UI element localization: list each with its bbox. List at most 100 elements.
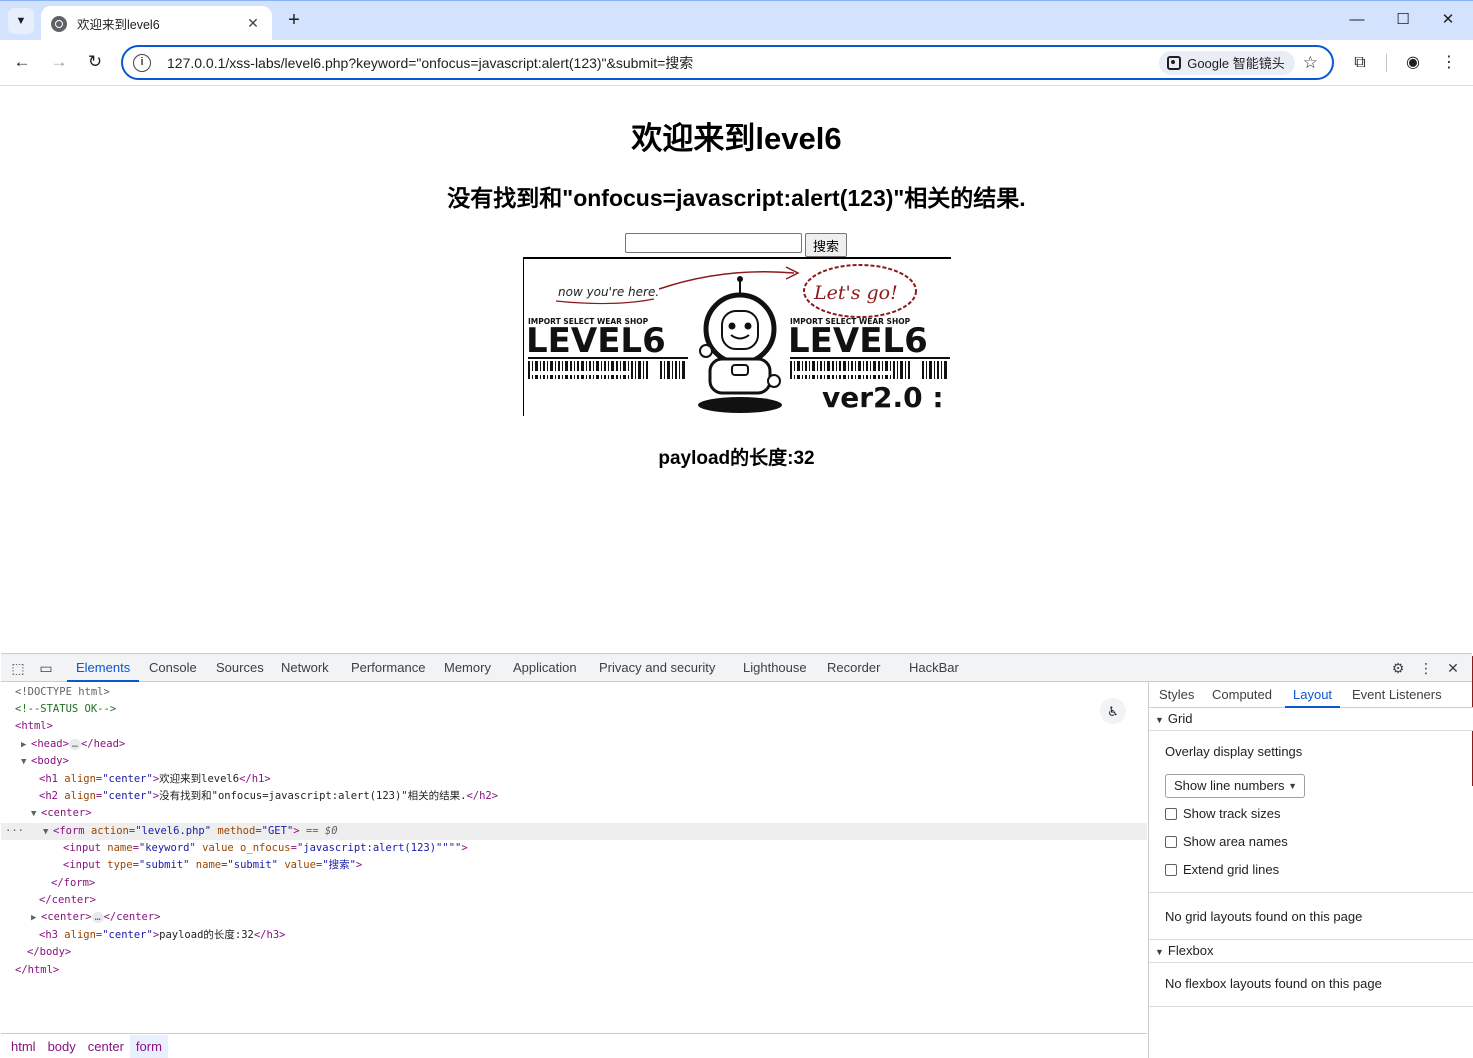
checkbox-show-track-sizes[interactable]: Show track sizes <box>1165 806 1281 821</box>
code-h2[interactable]: <h2 align="center">没有找到和"onfocus=javascr… <box>1 788 1147 805</box>
close-window-icon[interactable]: ✕ <box>1438 10 1458 30</box>
code-center-open[interactable]: ▼ <center> <box>1 805 1147 822</box>
keyword-input[interactable] <box>625 233 802 253</box>
checkbox-icon <box>1165 863 1177 876</box>
maximize-icon[interactable]: ☐ <box>1393 10 1413 30</box>
address-bar[interactable]: i 127.0.0.1/xss-labs/level6.php?keyword=… <box>121 45 1334 80</box>
devtools-tab-bar: ⬚ ▭ Elements Console Sources Network Per… <box>1 654 1472 682</box>
reload-icon[interactable]: ↻ <box>83 50 107 74</box>
code-input-submit[interactable]: <input type="submit" name="submit" value… <box>1 857 1147 874</box>
breadcrumb-form[interactable]: form <box>129 1034 168 1058</box>
banner-version-text: ver2.0 : <box>822 381 944 414</box>
no-flexbox-message: No flexbox layouts found on this page <box>1165 976 1382 991</box>
banner-note-text: now you're here. <box>558 285 659 299</box>
page-heading: 欢迎来到level6 <box>631 121 842 156</box>
code-h3[interactable]: <h3 align="center">payload的长度:32</h3> <box>1 927 1147 944</box>
lens-label: Google 智能镜头 <box>1187 56 1285 71</box>
code-center-close[interactable]: </center> <box>1 892 1147 909</box>
row-ellipsis-icon: ··· <box>5 825 24 837</box>
banner-level-text-left: LEVEL6 <box>526 321 666 361</box>
banner-level-text-right: LEVEL6 <box>788 321 928 361</box>
code-form-selected[interactable]: ··· ▼ <form action="level6.php" method="GE… <box>1 823 1147 840</box>
devtools-panel: ⬚ ▭ Elements Console Sources Network Per… <box>1 653 1473 1058</box>
bookmark-star-icon[interactable]: ☆ <box>1303 53 1318 73</box>
extensions-icon[interactable]: ⧉ <box>1349 52 1371 74</box>
collapse-triangle-icon: ▼ <box>1155 947 1164 957</box>
code-head[interactable]: ▶ <head>… </head> <box>1 736 1147 753</box>
site-info-icon[interactable]: i <box>133 53 151 72</box>
elements-tree: <!DOCTYPE html> <!--STATUS OK--> <html> … <box>1 682 1147 1033</box>
checkbox-show-area-names[interactable]: Show area names <box>1165 834 1288 849</box>
device-toolbar-icon[interactable]: ▭ <box>37 659 55 677</box>
tab-computed[interactable]: Computed <box>1212 682 1272 708</box>
tab-title: 欢迎来到level6 <box>77 18 160 32</box>
close-devtools-icon[interactable]: ✕ <box>1444 659 1462 677</box>
collapse-triangle-icon: ▼ <box>31 809 37 819</box>
url-text[interactable]: 127.0.0.1/xss-labs/level6.php?keyword="o… <box>167 53 1159 73</box>
code-doctype[interactable]: <!DOCTYPE html> <box>1 684 1147 701</box>
flexbox-section-header[interactable]: ▼ Flexbox <box>1149 940 1473 962</box>
checkbox-icon <box>1165 807 1177 820</box>
tab-network[interactable]: Network <box>281 654 329 682</box>
code-comment[interactable]: <!--STATUS OK--> <box>1 701 1147 718</box>
code-html-open[interactable]: <html> <box>1 718 1147 735</box>
search-submit-button[interactable]: 搜索 <box>805 233 848 257</box>
minimize-icon[interactable]: — <box>1347 10 1367 30</box>
browser-toolbar: ← → ↻ i 127.0.0.1/xss-labs/level6.php?ke… <box>0 40 1473 86</box>
robot-mascot <box>698 276 782 413</box>
browser-tab[interactable]: 欢迎来到level6 ✕ <box>41 6 272 41</box>
chevron-down-icon: ▼ <box>1288 781 1297 791</box>
banner-bubble-text: Let's go! <box>813 282 898 304</box>
new-tab-button[interactable]: + <box>283 9 305 31</box>
page-viewport: 欢迎来到level6 没有找到和"onfocus=javascript:aler… <box>1 87 1472 653</box>
settings-gear-icon[interactable]: ⚙ <box>1389 659 1407 677</box>
tab-console[interactable]: Console <box>149 654 197 682</box>
grid-overlay-select[interactable]: Show line numbers ▼ <box>1165 774 1305 798</box>
tab-elements[interactable]: Elements <box>67 654 140 682</box>
styles-side-pane: Styles Computed Layout Event Listeners ▼… <box>1148 682 1473 1058</box>
overlay-settings-label: Overlay display settings <box>1165 744 1303 759</box>
breadcrumb-center[interactable]: center <box>82 1035 130 1058</box>
tab-performance[interactable]: Performance <box>351 654 425 682</box>
checkbox-extend-grid-lines[interactable]: Extend grid lines <box>1165 862 1279 877</box>
tab-sources[interactable]: Sources <box>216 654 264 682</box>
devtools-menu-icon[interactable]: ⋮ <box>1417 659 1435 677</box>
code-body-open[interactable]: ▼ <body> <box>1 753 1147 770</box>
tab-hackbar[interactable]: HackBar <box>909 654 959 682</box>
collapse-triangle-icon: ▼ <box>1155 715 1164 725</box>
tab-privacy-security[interactable]: Privacy and security <box>599 654 715 682</box>
back-icon[interactable]: ← <box>10 50 34 74</box>
tab-memory[interactable]: Memory <box>444 654 491 682</box>
breadcrumb-html[interactable]: html <box>5 1035 42 1058</box>
toolbar-divider <box>1386 54 1387 72</box>
tab-search-button[interactable]: ▼ <box>8 8 34 34</box>
tab-application[interactable]: Application <box>513 654 577 682</box>
menu-kebab-icon[interactable]: ⋮ <box>1438 52 1460 74</box>
checkbox-icon <box>1165 835 1177 848</box>
collapse-triangle-icon: ▼ <box>21 757 27 767</box>
code-form-close[interactable]: </form> <box>1 875 1147 892</box>
level-banner-image: now you're here. Let's go! IMPORT SELECT… <box>523 257 951 416</box>
accessibility-tree-icon[interactable]: ♿ <box>1100 698 1126 724</box>
google-lens-button[interactable]: Google 智能镜头 <box>1159 50 1295 75</box>
grid-section-header[interactable]: ▼ Grid <box>1149 708 1473 730</box>
chevron-down-icon: ▼ <box>15 15 27 27</box>
code-h1[interactable]: <h1 align="center">欢迎来到level6</h1> <box>1 771 1147 788</box>
inspect-element-icon[interactable]: ⬚ <box>9 659 27 677</box>
collapse-triangle-icon: ▼ <box>43 827 49 837</box>
code-input-keyword[interactable]: <input name="keyword" value o_nfocus="ja… <box>1 840 1147 857</box>
breadcrumb-body[interactable]: body <box>42 1035 82 1058</box>
tab-styles[interactable]: Styles <box>1159 682 1194 708</box>
level-banner-graphic: now you're here. Let's go! IMPORT SELECT… <box>526 264 950 414</box>
code-body-close[interactable]: </body> <box>1 944 1147 961</box>
code-html-close[interactable]: </html> <box>1 962 1147 979</box>
close-tab-icon[interactable]: ✕ <box>244 15 262 32</box>
tab-strip: ▼ 欢迎来到level6 ✕ + — ☐ ✕ <box>0 0 1473 41</box>
forward-icon[interactable]: → <box>47 50 71 74</box>
code-center-collapsed[interactable]: ▶ <center>… </center> <box>1 909 1147 926</box>
tab-lighthouse[interactable]: Lighthouse <box>743 654 807 682</box>
tab-recorder[interactable]: Recorder <box>827 654 880 682</box>
profile-icon[interactable]: ◉ <box>1402 52 1424 74</box>
tab-event-listeners[interactable]: Event Listeners <box>1352 682 1442 708</box>
tab-layout[interactable]: Layout <box>1285 682 1341 708</box>
